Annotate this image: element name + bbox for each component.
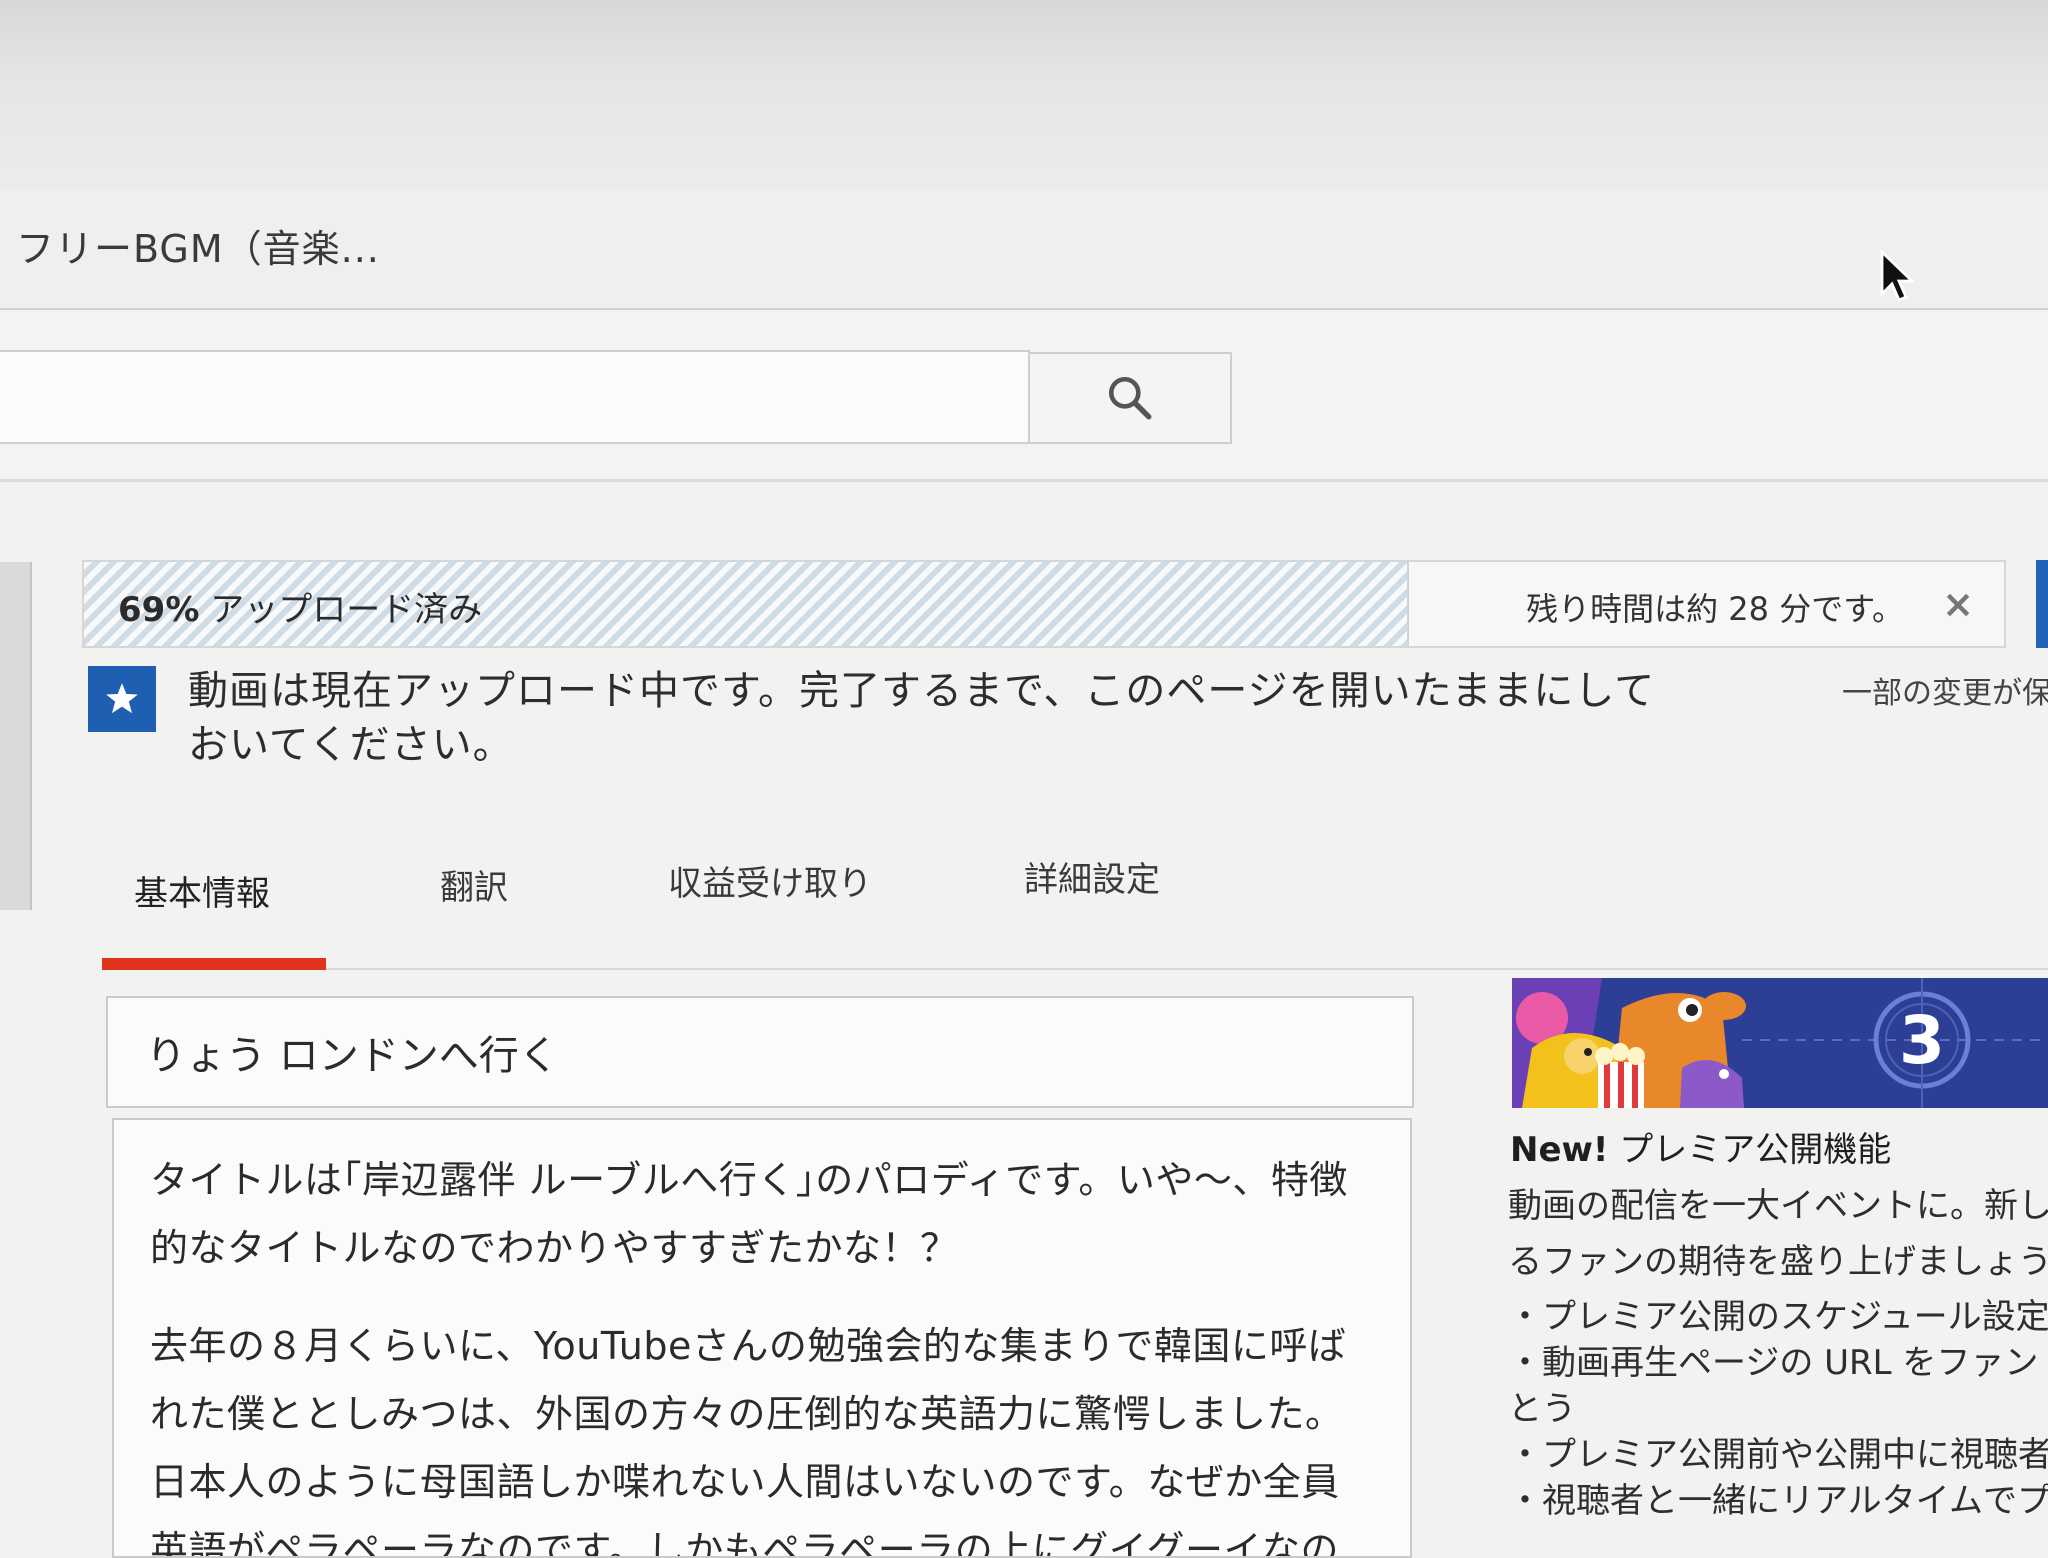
premiere-feature-list: プレミア公開のスケジュール設定 動画再生ページの URL をファンとう プレミア… — [1508, 1294, 2048, 1524]
active-tab-indicator — [102, 958, 326, 970]
video-description-textarea[interactable]: タイトルは｢岸辺露伴 ルーブルへ行く｣のパロディです。いや〜、特徴的なタイトルな… — [112, 1118, 1412, 1558]
search-button[interactable] — [1028, 352, 1232, 444]
countdown-number: 3 — [1899, 1002, 1945, 1079]
tab-monetization[interactable]: 収益受け取り — [668, 856, 872, 905]
list-item: 動画再生ページの URL をファンとう — [1508, 1340, 2048, 1432]
upload-progress-bar: 69% アップロード済み 残り時間は約 28 分です。 × — [82, 560, 2006, 648]
upload-time-remaining: 残り時間は約 28 分です。 — [1526, 590, 1904, 628]
list-item: プレミア公開前や公開中に視聴者 — [1508, 1432, 2048, 1478]
premiere-promo-body: 動画の配信を一大イベントに。新しるファンの期待を盛り上げましょう — [1508, 1186, 2048, 1282]
description-paragraph: 去年の８月くらいに、YouTubeさんの勉強会的な集まりで韓国に呼ばれた僕ととし… — [150, 1324, 1347, 1558]
right-accent-edge — [2036, 560, 2048, 648]
premiere-promo-title: New! プレミア公開機能 — [1510, 1122, 1891, 1171]
editor-tabs: 基本情報 翻訳 収益受け取り 詳細設定 — [102, 840, 2048, 970]
tab-advanced-settings[interactable]: 詳細設定 — [1024, 852, 1160, 901]
tab-basic-info[interactable]: 基本情報 — [134, 866, 270, 915]
description-paragraph: タイトルは｢岸辺露伴 ルーブルへ行く｣のパロディです。いや〜、特徴的なタイトルな… — [150, 1158, 1348, 1270]
upload-progress-label: 69% アップロード済み — [118, 582, 482, 631]
mouse-cursor-icon — [1880, 250, 1916, 302]
promo-title-text: プレミア公開機能 — [1608, 1130, 1892, 1170]
promo-new-badge: New! — [1510, 1130, 1609, 1170]
list-item: プレミア公開のスケジュール設定 — [1508, 1294, 2048, 1340]
upload-notice-text: 動画は現在アップロード中です。完了するまで、このページを開いたままにしておいてく… — [188, 668, 1656, 768]
upload-progress-value: 69% — [118, 590, 200, 630]
close-icon: × — [1942, 582, 1974, 626]
upload-progress-text: アップロード済み — [199, 590, 483, 630]
cancel-upload-button[interactable]: × — [1930, 576, 1986, 632]
browser-top-band — [0, 0, 2048, 190]
save-status-text: 一部の変更が保 — [1842, 676, 2048, 711]
premiere-illustration — [1512, 978, 2048, 1108]
search-input[interactable] — [0, 350, 1030, 444]
browser-tab-title[interactable]: フリーBGM（音楽... — [16, 218, 380, 273]
tab-translation[interactable]: 翻訳 — [440, 860, 508, 909]
star-icon — [88, 666, 156, 732]
premiere-promo-banner[interactable]: 3 — [1512, 978, 2048, 1108]
left-panel-edge — [0, 562, 32, 910]
search-icon — [1108, 376, 1152, 420]
list-item: 視聴者と一緒にリアルタイムでプ — [1508, 1478, 2048, 1524]
video-title-input[interactable] — [106, 996, 1414, 1108]
